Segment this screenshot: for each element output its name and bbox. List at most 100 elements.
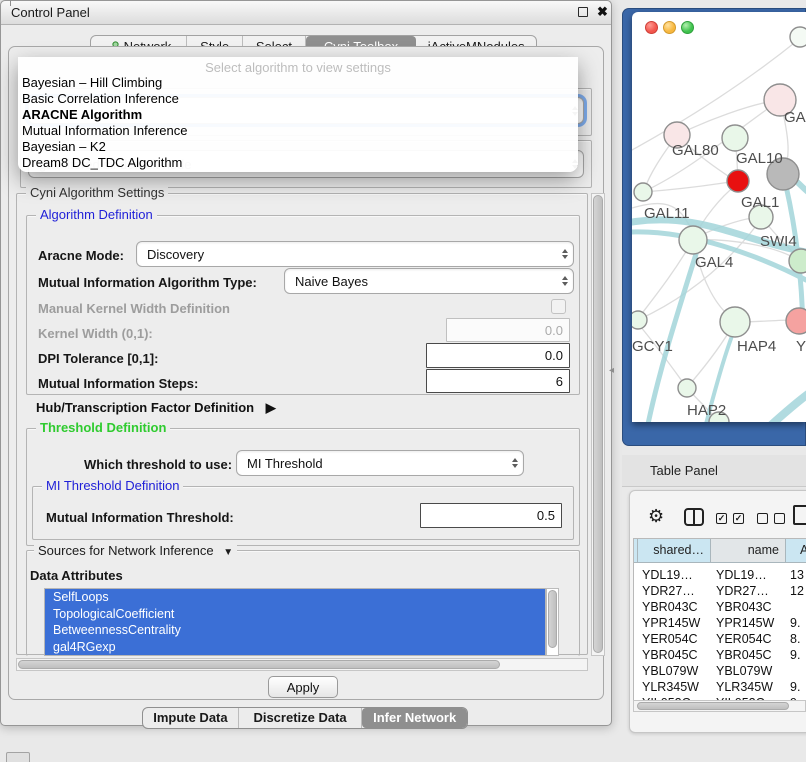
algorithm-option[interactable]: Basic Correlation Inference (18, 91, 578, 107)
hub-definition-label: Hub/Transcription Factor Definition (36, 400, 254, 415)
sources-expander[interactable]: Sources for Network Inference ▼ (34, 543, 237, 558)
mi-threshold-group-title: MI Threshold Definition (42, 479, 183, 493)
list-item[interactable]: gal4RGexp (45, 639, 545, 656)
node-label: SWI4 (760, 233, 797, 250)
mi-threshold-field[interactable]: 0.5 (420, 503, 562, 528)
select-all-checks-icon[interactable]: ✓ (716, 513, 727, 524)
which-threshold-value: MI Threshold (237, 456, 507, 471)
table-cell[interactable]: 9. (790, 679, 806, 695)
dpi-tolerance-value: 0.0 (545, 348, 569, 363)
kernel-width-label: Kernel Width (0,1): (38, 326, 153, 341)
apply-button[interactable]: Apply (268, 676, 338, 698)
tab-infer-network[interactable]: Infer Network (362, 708, 467, 728)
float-window-icon[interactable] (578, 7, 588, 17)
mi-steps-field[interactable]: 6 (426, 369, 570, 393)
settings-hscrollbar-thumb[interactable] (18, 660, 500, 669)
table-cell[interactable]: 8. (790, 631, 806, 647)
data-attributes-list: SelfLoops TopologicalCoefficient Between… (44, 588, 546, 656)
table-cell[interactable]: 9. (790, 615, 806, 631)
network-canvas[interactable]: GAL GAL80 GAL10 GAL11 GAL1 SWI4 GAL4 GCY… (632, 12, 806, 422)
mi-threshold-value: 0.5 (537, 508, 561, 523)
algorithm-option[interactable]: Dream8 DC_TDC Algorithm (18, 155, 578, 171)
algorithm-option[interactable]: Bayesian – K2 (18, 139, 578, 155)
table-cell[interactable]: YBR043C (642, 599, 712, 615)
data-attributes-label: Data Attributes (30, 568, 123, 583)
algorithm-option-selected[interactable]: ARACNE Algorithm (18, 107, 578, 123)
aracne-mode-select[interactable]: Discovery (136, 241, 574, 267)
table-cell[interactable]: YER054C (716, 631, 786, 647)
table-cell[interactable]: YPR145W (642, 615, 712, 631)
export-table-icon[interactable] (793, 505, 806, 525)
node-gal4[interactable] (679, 226, 707, 254)
table-hscrollbar-thumb[interactable] (637, 702, 789, 710)
table-cell[interactable]: 13 (790, 567, 806, 583)
node-y[interactable] (786, 308, 806, 334)
tab-impute-data[interactable]: Impute Data (143, 708, 239, 728)
node-gal11[interactable] (634, 183, 652, 201)
table-panel-titlebar[interactable]: Table Panel (622, 455, 806, 487)
node-hap2[interactable] (678, 379, 696, 397)
table-cell[interactable]: YBR045C (642, 647, 712, 663)
aracne-mode-value: Discovery (137, 247, 557, 262)
node-label: GAL (784, 109, 806, 126)
mi-threshold-label: Mutual Information Threshold: (46, 510, 234, 525)
settings-vscrollbar-thumb[interactable] (593, 195, 603, 653)
which-threshold-label: Which threshold to use: (84, 457, 232, 472)
algorithm-dropdown-popup: Select algorithm to view settings Bayesi… (18, 57, 578, 172)
node-hap4[interactable] (720, 307, 750, 337)
table-cell[interactable]: YDR27… (716, 583, 786, 599)
list-item[interactable]: BetweennessCentrality (45, 622, 545, 639)
tab-discretize-data-label: Discretize Data (253, 707, 346, 729)
kernel-width-value: 0.0 (545, 323, 569, 338)
manual-kernel-label: Manual Kernel Width Definition (38, 301, 230, 316)
gear-icon[interactable]: ⚙ (648, 506, 664, 527)
column-header-shared-name[interactable]: shared… (638, 539, 711, 563)
node-unlabeled[interactable] (790, 27, 806, 47)
table-cell[interactable]: 9. (790, 647, 806, 663)
table-cell[interactable]: YER054C (642, 631, 712, 647)
table-cell[interactable]: YDR27… (642, 583, 712, 599)
table-cell[interactable]: YBL079W (716, 663, 786, 679)
tab-discretize-data[interactable]: Discretize Data (239, 708, 362, 728)
mi-type-select[interactable]: Naive Bayes (284, 268, 574, 294)
column-header-name[interactable]: name (711, 539, 786, 563)
algorithm-option[interactable]: Mutual Information Inference (18, 123, 578, 139)
table-cell[interactable]: YDL19… (642, 567, 712, 583)
node-label: HAP4 (737, 338, 776, 355)
dpi-tolerance-field[interactable]: 0.0 (426, 343, 570, 368)
cyni-bottom-tabbar: Impute Data Discretize Data Infer Networ… (142, 707, 468, 729)
control-panel-titlebar[interactable]: Control Panel ✖ (1, 1, 611, 25)
list-item[interactable]: TopologicalCoefficient (45, 606, 545, 623)
table-cell[interactable]: YDL19… (716, 567, 786, 583)
algorithm-option[interactable]: Bayesian – Hill Climbing (18, 75, 578, 91)
list-item[interactable]: SelfLoops (45, 589, 545, 606)
hub-definition-expander[interactable]: Hub/Transcription Factor Definition ▶ (36, 400, 276, 416)
node-gal1-selected[interactable] (727, 170, 749, 192)
node-label: GCY1 (632, 338, 673, 355)
deselect-all-checks-icon[interactable] (757, 513, 768, 524)
table-cell[interactable]: YPR145W (716, 615, 786, 631)
split-divider-handle[interactable]: ◂ (609, 365, 614, 376)
table-cell[interactable]: YLR345W (642, 679, 712, 695)
table-cell[interactable]: YLR345W (716, 679, 786, 695)
column-layout-icon[interactable] (684, 508, 704, 526)
deselect-all-checks-icon[interactable] (774, 513, 785, 524)
node-gcy1[interactable] (632, 311, 647, 329)
list-scrollbar-thumb[interactable] (548, 590, 557, 648)
minimized-panel-button[interactable] (6, 752, 30, 762)
select-all-checks-icon[interactable]: ✓ (733, 513, 744, 524)
mi-type-label: Mutual Information Algorithm Type: (38, 275, 257, 290)
column-header-partial[interactable]: A (786, 539, 806, 563)
table-cell[interactable]: 12 (790, 583, 806, 599)
table-cell[interactable]: YBL079W (642, 663, 712, 679)
table-cell[interactable]: YBR045C (716, 647, 786, 663)
node-gal10[interactable] (722, 125, 748, 151)
manual-kernel-checkbox[interactable] (551, 299, 566, 314)
node-unlabeled[interactable] (789, 249, 806, 273)
table-cell[interactable]: YBR043C (716, 599, 786, 615)
close-icon[interactable]: ✖ (597, 4, 608, 20)
collapse-down-icon: ▼ (223, 547, 233, 558)
node-label: GAL10 (736, 150, 783, 167)
which-threshold-select[interactable]: MI Threshold (236, 450, 524, 476)
kernel-width-field[interactable]: 0.0 (446, 318, 570, 342)
